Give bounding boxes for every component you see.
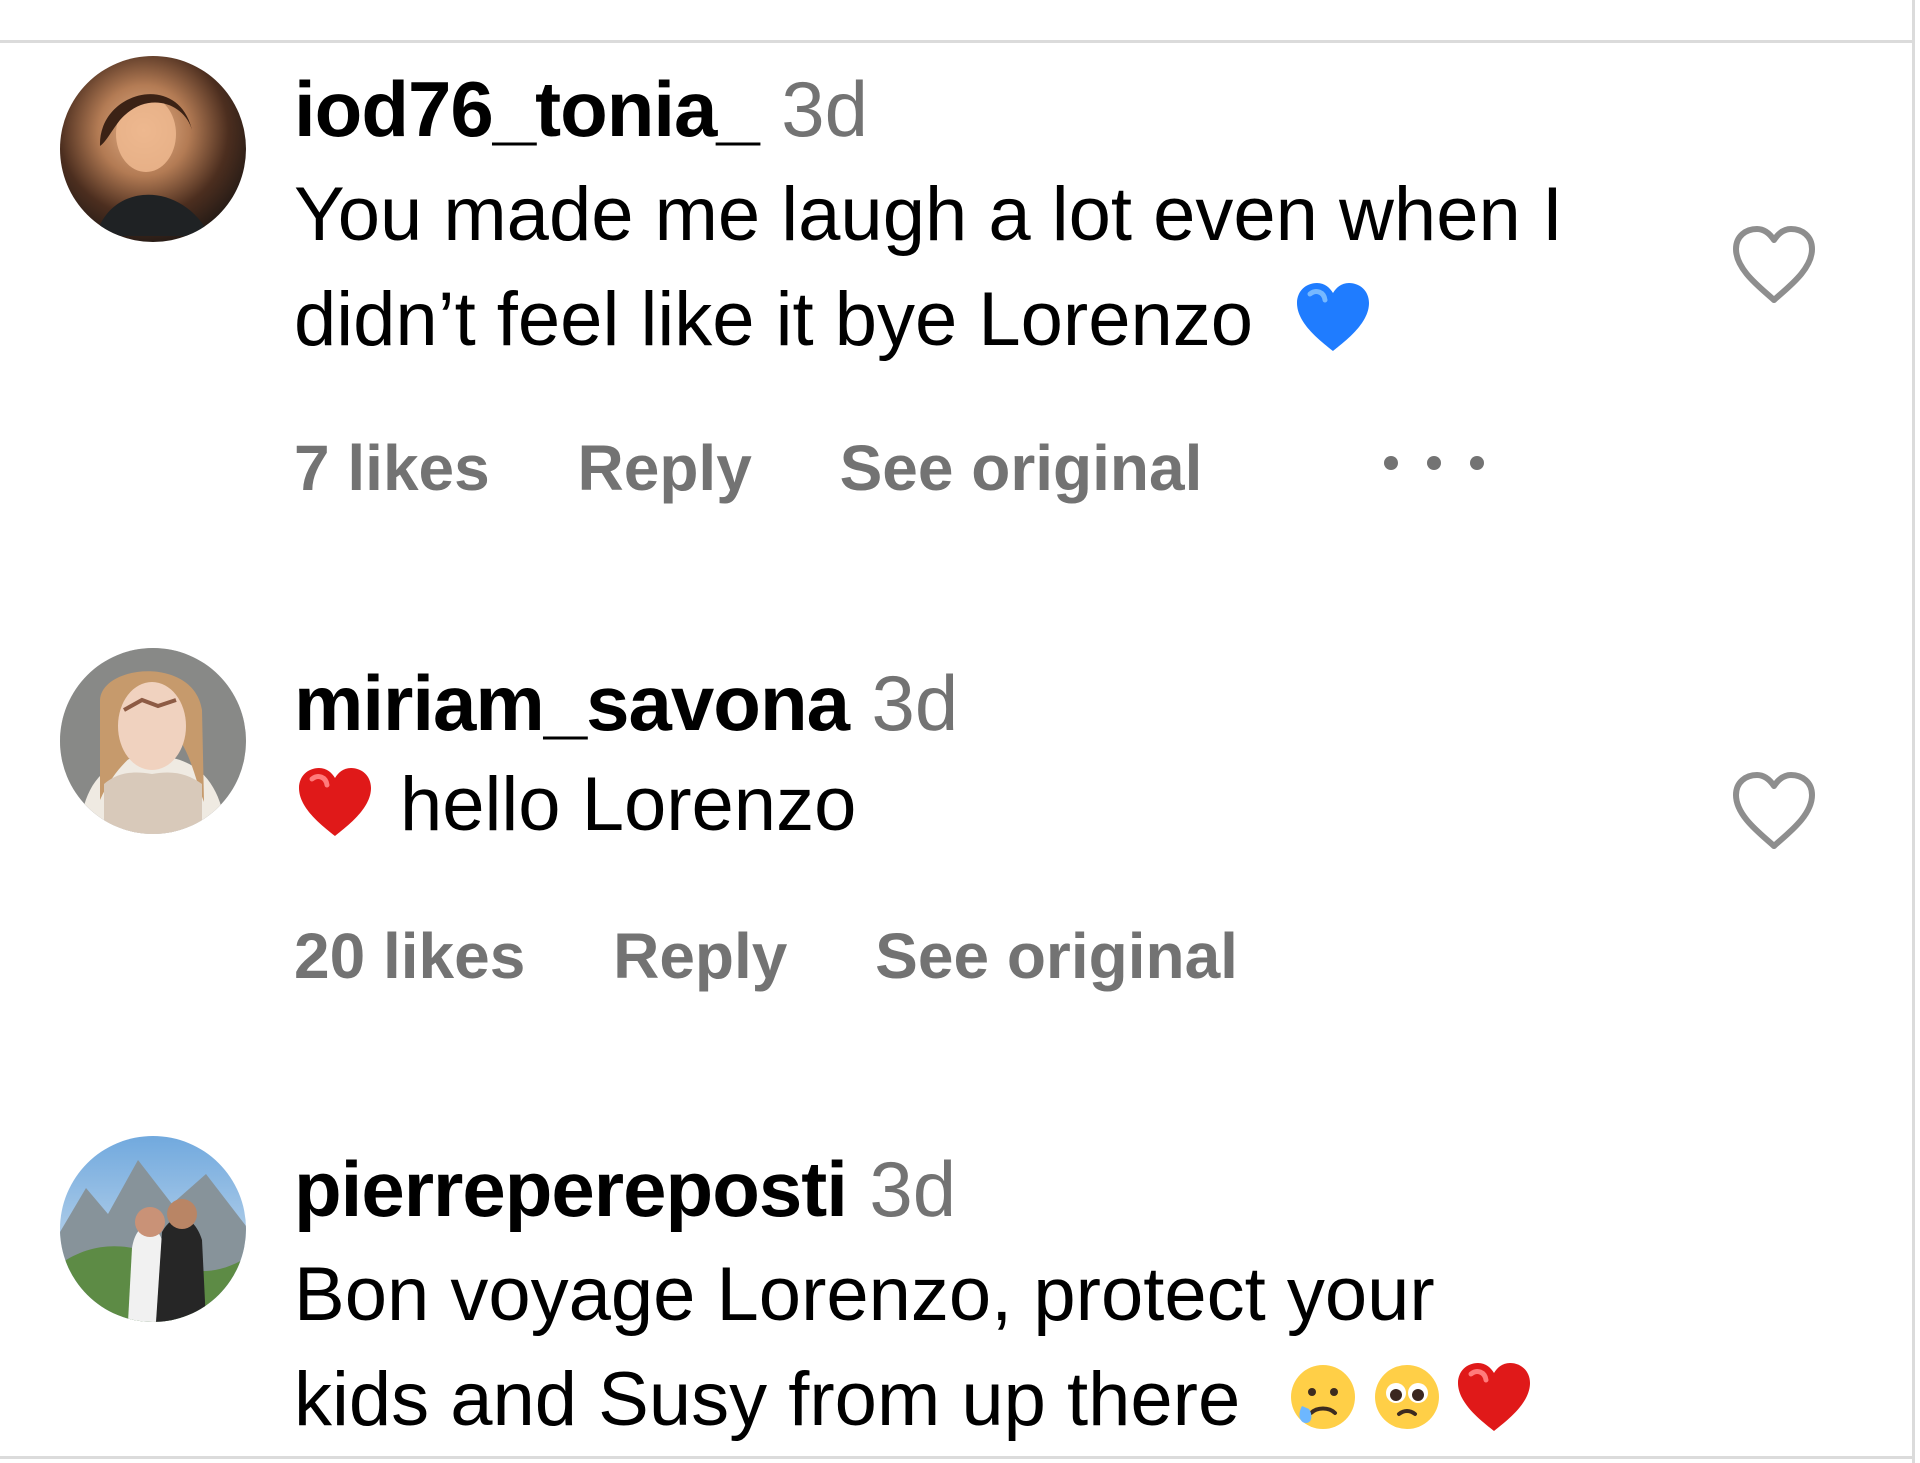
reply-button[interactable]: Reply <box>578 436 752 500</box>
comment-header: iod76_tonia_ 3d <box>294 70 868 148</box>
top-divider <box>0 40 1915 43</box>
see-original-button[interactable]: See original <box>840 436 1203 500</box>
comment-line: didn’t feel like it bye Lorenzo <box>294 267 1714 372</box>
username[interactable]: iod76_tonia_ <box>294 65 760 153</box>
bottom-divider <box>0 1456 1915 1459</box>
username[interactable]: miriam_savona <box>294 659 850 747</box>
avatar[interactable] <box>60 1136 246 1322</box>
comment-line-text: didn’t feel like it bye Lorenzo <box>294 277 1254 362</box>
avatar[interactable] <box>60 56 246 242</box>
comment-actions: 20 likes Reply See original <box>294 924 1308 988</box>
likes-count[interactable]: 20 likes <box>294 924 525 988</box>
comment-line-text: kids and Susy from up there <box>294 1357 1241 1442</box>
comment-time: 3d <box>781 65 869 153</box>
heart-outline-icon[interactable] <box>1728 224 1820 308</box>
comment-line: kids and Susy from up there <box>294 1347 1714 1452</box>
comment-actions: 7 likes Reply See original <box>294 436 1272 500</box>
red-heart-emoji-icon <box>1453 1359 1535 1435</box>
username[interactable]: pierrepereposti <box>294 1145 848 1233</box>
comment-time: 3d <box>869 1145 957 1233</box>
avatar[interactable] <box>60 648 246 834</box>
comment-text: You made me laugh a lot even when I didn… <box>294 162 1714 372</box>
comment-header: miriam_savona 3d <box>294 664 958 742</box>
more-dot <box>1427 456 1441 470</box>
more-options-icon[interactable] <box>1384 438 1484 488</box>
comment-text: Bon voyage Lorenzo, protect your kids an… <box>294 1242 1714 1452</box>
more-dot <box>1470 456 1484 470</box>
comment-time: 3d <box>871 659 959 747</box>
crying-face-emoji-icon <box>1285 1359 1361 1435</box>
red-heart-emoji-icon <box>294 764 376 840</box>
heart-outline-icon[interactable] <box>1728 770 1820 854</box>
see-original-button[interactable]: See original <box>875 924 1238 988</box>
comment-line: You made me laugh a lot even when I <box>294 172 1563 257</box>
comment-header: pierrepereposti 3d <box>294 1150 956 1228</box>
comment-text: hello Lorenzo <box>294 752 1714 857</box>
pleading-face-emoji-icon <box>1369 1359 1445 1435</box>
reply-button[interactable]: Reply <box>613 924 787 988</box>
more-dot <box>1384 456 1398 470</box>
comment-line-text: hello Lorenzo <box>400 762 857 847</box>
blue-heart-emoji-icon <box>1292 279 1374 355</box>
comment-line: Bon voyage Lorenzo, protect your <box>294 1252 1435 1337</box>
comments-panel: iod76_tonia_ 3d You made me laugh a lot … <box>0 0 1915 1463</box>
likes-count[interactable]: 7 likes <box>294 436 490 500</box>
